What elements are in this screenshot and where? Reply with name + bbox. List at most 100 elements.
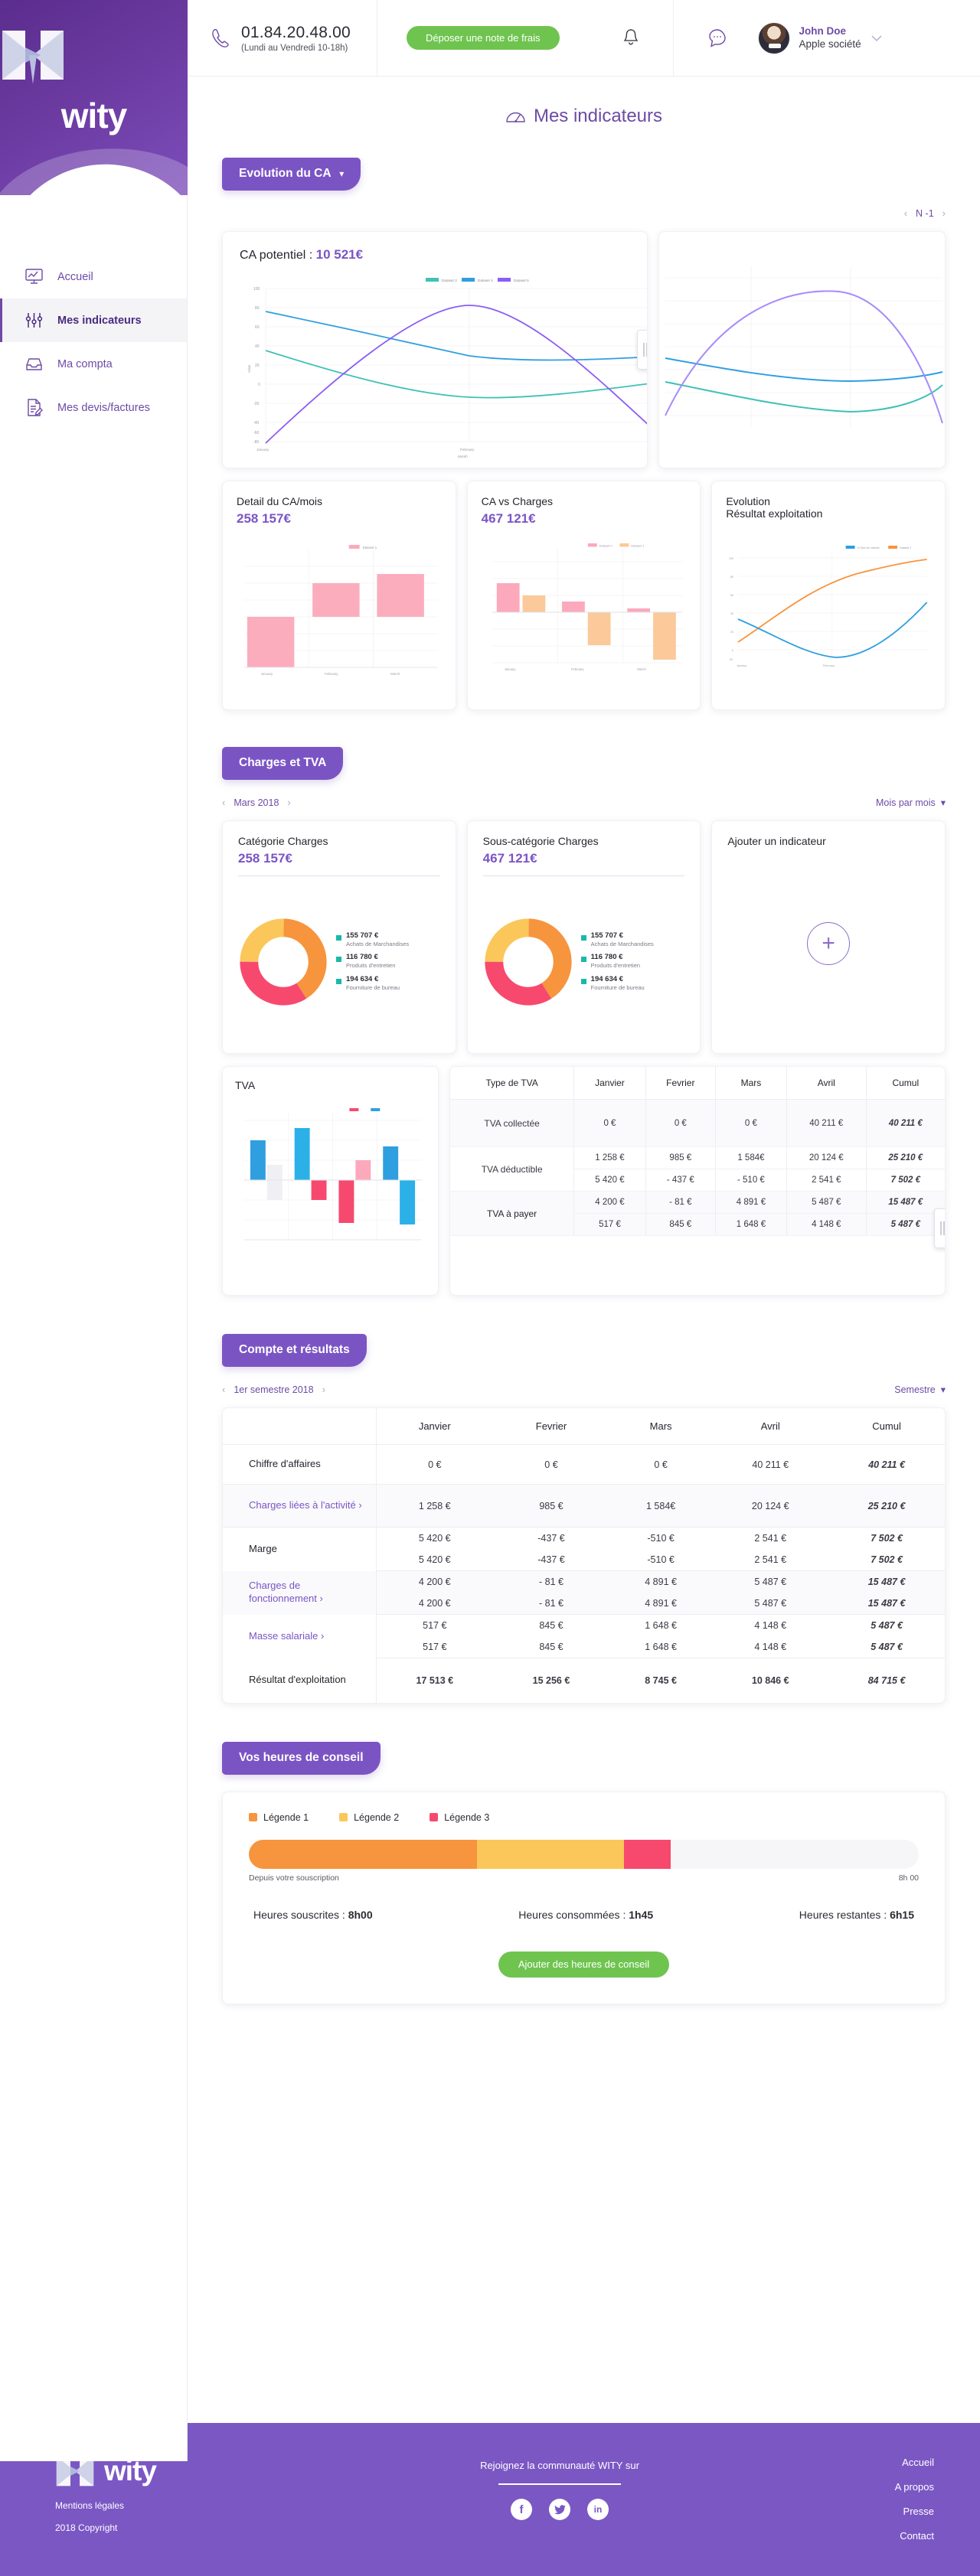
cell: 4 148 € <box>786 1213 867 1236</box>
section-tab-heures-conseil[interactable]: Vos heures de conseil <box>222 1741 381 1775</box>
wity-bowtie-logo <box>0 26 188 84</box>
messages-button[interactable] <box>706 27 729 50</box>
ajouter-indicateur-card[interactable]: Ajouter un indicateur + <box>711 820 946 1054</box>
row-label[interactable]: Masse salariale › <box>223 1614 377 1658</box>
ca-hero-row: CA potentiel : 10 521€ 100 80 60 40 20 0 -20… <box>222 231 946 468</box>
notifications-button[interactable] <box>589 28 673 49</box>
cell: 2 541 € <box>786 1169 867 1192</box>
user-menu[interactable]: John Doe Apple société <box>757 21 883 54</box>
hours-remaining: Heures restantes : 6h15 <box>799 1909 914 1921</box>
cell: 4 200 € <box>418 1577 451 1587</box>
cell-cumul: 5 487 € <box>871 1620 903 1631</box>
row-label: Chiffre d'affaires <box>223 1444 377 1485</box>
table-row: Masse salariale › 517 € 845 € 1 648 € 4 … <box>223 1614 945 1658</box>
section-charges-tva: Charges et TVA ‹ Mars 2018 › Mois par mo… <box>222 747 946 1296</box>
footer-link-presse[interactable]: Presse <box>804 2506 934 2517</box>
chart-scroll-handle[interactable] <box>637 330 647 370</box>
tva-bar-chart <box>235 1101 426 1289</box>
pager-prev-button[interactable]: ‹ <box>904 207 907 219</box>
table-row: Charges de fonctionnement › 4 200 € - 81… <box>223 1570 945 1615</box>
sidebar-item-mes-indicateurs[interactable]: Mes indicateurs <box>0 298 187 342</box>
plus-circle-icon[interactable]: + <box>807 921 851 965</box>
row-label[interactable]: Charges liées à l'activité › <box>223 1484 377 1528</box>
legend-value: 155 707 € <box>590 931 623 941</box>
topbar-right: John Doe Apple société <box>674 21 883 54</box>
pager-next-button[interactable]: › <box>322 1384 325 1395</box>
svg-text:40: 40 <box>730 612 733 615</box>
section-tab-evolution-ca[interactable]: Evolution du CA ▾ <box>222 158 361 191</box>
legend-label: Fourniture de bureau <box>590 983 645 991</box>
expense-cta-wrap: Déposer une note de frais <box>377 26 589 50</box>
period-dropdown[interactable]: Mois par mois ▾ <box>876 797 946 808</box>
row-label[interactable]: TVA déductible <box>450 1146 575 1192</box>
tva-table-scroll-handle[interactable] <box>934 1208 945 1248</box>
footer-link-a-propos[interactable]: A propos <box>804 2481 934 2493</box>
facebook-icon[interactable]: f <box>511 2499 532 2520</box>
semester-dropdown-label: Semestre <box>894 1384 936 1395</box>
cell: 4 891 € <box>715 1191 787 1214</box>
categorie-charges-card: Catégorie Charges 258 157€ 155 707 € Ach… <box>222 820 456 1054</box>
sidebar-item-label: Mes devis/factures <box>57 401 150 414</box>
phone-number[interactable]: 01.84.20.48.00 <box>241 24 351 42</box>
hours-remaining-value: 6h15 <box>890 1908 914 1921</box>
pager-next-button[interactable]: › <box>287 797 290 808</box>
row-label-text: Charges de fonctionnement <box>249 1580 317 1604</box>
row-label-text: Masse salariale <box>249 1629 318 1642</box>
svg-text:-20: -20 <box>729 658 733 661</box>
charges-cards-row: Catégorie Charges 258 157€ 155 707 € Ach… <box>222 820 946 1054</box>
cell: 2 541 € <box>712 1549 829 1571</box>
linkedin-icon[interactable]: in <box>587 2499 609 2520</box>
th-empty <box>223 1408 377 1445</box>
legend-label: Achats de Marchandises <box>346 940 410 947</box>
cell: 845 € <box>539 1620 564 1631</box>
hours-consumed-value: 1h45 <box>629 1908 654 1921</box>
pager-next-button[interactable]: › <box>942 207 946 219</box>
sidebar-item-ma-compta[interactable]: Ma compta <box>0 342 187 386</box>
section-heures-conseil: Vos heures de conseil Légende 1 Légende … <box>222 1741 946 2004</box>
ca-potentiel-value: 10 521€ <box>315 247 364 262</box>
card-title: Sous-catégorie Charges <box>482 835 599 847</box>
legend-swatch <box>336 957 341 963</box>
section-tab-charges-tva[interactable]: Charges et TVA <box>222 747 344 780</box>
svg-text:Dataset 1: Dataset 1 <box>631 543 645 547</box>
footer-socials: f in <box>315 2499 804 2520</box>
sidebar-item-mes-devis-factures[interactable]: Mes devis/factures <box>0 386 187 429</box>
cell: 4 891 € <box>645 1577 677 1587</box>
legend-item-1: Légende 1 <box>249 1812 309 1823</box>
sidebar-item-accueil[interactable]: Accueil <box>0 255 187 298</box>
footer-link-accueil[interactable]: Accueil <box>804 2457 934 2468</box>
row-label[interactable]: Charges de fonctionnement › <box>223 1570 377 1615</box>
pager-prev-button[interactable]: ‹ <box>222 797 225 808</box>
evolution-resultat-card: Evolution Résultat exploitation % Taux d… <box>711 481 946 710</box>
row-label[interactable]: TVA collectée <box>450 1099 575 1147</box>
footer-rule <box>498 2483 621 2485</box>
footer-legal-link[interactable]: Mentions légales <box>55 2500 315 2511</box>
semester-dropdown[interactable]: Semestre ▾ <box>894 1384 946 1395</box>
cell: 845 € <box>645 1213 716 1236</box>
deposit-expense-button[interactable]: Déposer une note de frais <box>406 26 560 50</box>
cell-cumul: 15 487 € <box>867 1577 906 1587</box>
th-fevrier: Fevrier <box>493 1408 609 1445</box>
svg-text:Dataset 5: Dataset 5 <box>514 279 529 282</box>
footer-link-contact[interactable]: Contact <box>804 2530 934 2542</box>
pager-label: N -1 <box>916 207 934 219</box>
svg-text:80: 80 <box>730 576 733 579</box>
th-mars: Mars <box>609 1408 713 1445</box>
card-title: Detail du CA/mois <box>237 495 323 507</box>
cell-cumul: 15 487 € <box>828 1593 945 1615</box>
ca-vs-charges-card: CA vs Charges 467 121€ Dataset 0 Dataset… <box>466 481 701 710</box>
cell: 1 648 € <box>715 1213 787 1236</box>
add-hours-button[interactable]: Ajouter des heures de conseil <box>498 1951 670 1978</box>
tva-table: Type de TVA Janvier Fevrier Mars Avril C… <box>450 1067 945 1236</box>
table-row: TVA déductible 1 258 € 985 € 1 584€ 20 1… <box>450 1146 945 1192</box>
twitter-icon[interactable] <box>549 2499 570 2520</box>
svg-text:Month: Month <box>458 455 468 458</box>
pager-prev-button[interactable]: ‹ <box>222 1384 225 1395</box>
cell: 517 € <box>423 1620 447 1631</box>
cell: 4 148 € <box>712 1636 829 1658</box>
categorie-charges-donut <box>240 918 327 1006</box>
hours-subscribed-label: Heures souscrites : <box>253 1908 348 1921</box>
svg-text:-20: -20 <box>253 402 259 406</box>
section-tab-compte-resultats[interactable]: Compte et résultats <box>222 1334 367 1367</box>
footer-copyright: 2018 Copyright <box>55 2522 118 2533</box>
